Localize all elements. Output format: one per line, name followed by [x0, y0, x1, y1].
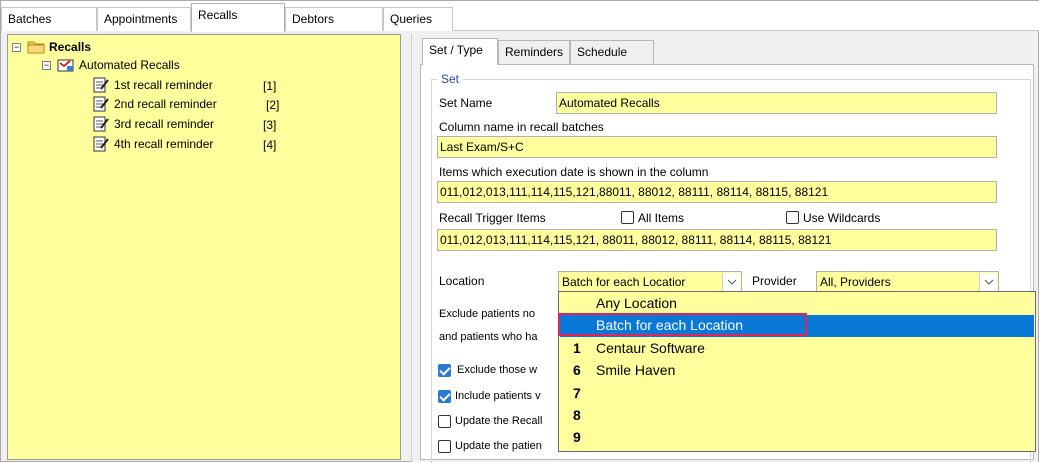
update-patient-checkbox-label: Update the patien	[455, 440, 542, 452]
tab-queries[interactable]: Queries	[383, 7, 453, 31]
update-recall-checkbox-label: Update the Recall	[455, 415, 543, 427]
reminder-doc-icon	[92, 116, 110, 132]
column-name-field[interactable]: Last Exam/S+C	[437, 136, 997, 158]
provider-label: Provider	[752, 274, 797, 288]
location-option-batch-each[interactable]: Batch for each Location	[560, 315, 1034, 337]
tab-label: Batches	[8, 12, 52, 26]
recalls-tree[interactable]: − Recalls − Automated Recalls 1st recall…	[7, 34, 401, 460]
reminder-doc-icon	[92, 77, 110, 93]
location-dropdown-list[interactable]: Any Location Batch for each Location 1 C…	[558, 291, 1036, 452]
tree-node-recall-1[interactable]: 1st recall reminder	[92, 77, 213, 93]
tab-label: Reminders	[505, 45, 564, 59]
location-option-8[interactable]: 8	[560, 405, 1034, 427]
recall-number: [4]	[263, 138, 277, 152]
update-patient-checkbox[interactable]	[438, 440, 451, 453]
chevron-down-icon[interactable]	[979, 273, 997, 291]
location-value: Batch for each Locatior	[562, 275, 686, 289]
location-option-9[interactable]: 9	[560, 427, 1034, 449]
tree-label: 3rd recall reminder	[114, 117, 215, 131]
tree-node-recalls[interactable]: − Recalls	[12, 39, 91, 55]
provider-select[interactable]: All, Providers	[816, 271, 999, 293]
tree-node-recall-4[interactable]: 4th recall reminder	[92, 136, 213, 152]
chevron-down-icon[interactable]	[722, 273, 740, 291]
tree-node-recall-3[interactable]: 3rd recall reminder	[92, 116, 214, 132]
set-name-field[interactable]: Automated Recalls	[556, 92, 997, 114]
update-recall-checkbox[interactable]	[438, 415, 451, 428]
option-number: 8	[573, 407, 581, 423]
recall-set-icon	[57, 57, 75, 73]
top-tab-strip: Batches Appointments Recalls Debtors Que…	[1, 1, 1039, 32]
recall-number: [2]	[266, 98, 280, 112]
tab-schedule[interactable]: Schedule	[570, 40, 654, 64]
recall-number: [3]	[263, 118, 277, 132]
tree-node-automated-recalls[interactable]: − Automated Recalls	[42, 57, 180, 73]
reminder-doc-icon	[92, 96, 110, 112]
use-wildcards-label: Use Wildcards	[803, 211, 881, 225]
app-window: Batches Appointments Recalls Debtors Que…	[0, 0, 1039, 463]
all-items-label: All Items	[638, 211, 685, 225]
exclude-text-line-2: and patients who ha	[439, 331, 538, 343]
location-option-7[interactable]: 7	[560, 383, 1034, 405]
location-select[interactable]: Batch for each Locatior	[558, 271, 742, 293]
option-number: 6	[573, 362, 581, 378]
all-items-checkbox[interactable]	[621, 211, 634, 224]
tab-set-type[interactable]: Set / Type	[422, 38, 498, 65]
tab-debtors[interactable]: Debtors	[285, 7, 383, 31]
collapse-icon[interactable]: −	[12, 42, 21, 52]
tab-label: Recalls	[198, 8, 238, 22]
tab-recalls[interactable]: Recalls	[191, 3, 285, 32]
tree-label: 2nd recall reminder	[114, 97, 217, 111]
option-label: Centaur Software	[596, 340, 705, 356]
trigger-items-label: Recall Trigger Items	[439, 211, 546, 225]
reminder-doc-icon	[92, 136, 110, 152]
exclude-text-line-1: Exclude patients no	[439, 308, 536, 320]
collapse-icon[interactable]: −	[42, 60, 51, 70]
recall-number: [1]	[263, 79, 277, 93]
option-number: 1	[573, 340, 581, 356]
trigger-items-field[interactable]: 011,012,013,111,114,115,121, 88011, 8801…	[437, 229, 997, 251]
location-option-any[interactable]: Any Location	[560, 293, 1034, 315]
tree-label: 1st recall reminder	[114, 78, 213, 92]
tab-label: Debtors	[292, 12, 335, 26]
tab-reminders[interactable]: Reminders	[498, 40, 570, 64]
tree-label-recalls: Recalls	[49, 40, 92, 54]
set-name-label: Set Name	[439, 96, 493, 110]
option-label: Batch for each Location	[596, 317, 744, 333]
exclude-checkbox-label: Exclude those w	[457, 364, 538, 376]
items-exec-label: Items which execution date is shown in t…	[439, 165, 709, 179]
location-option-1[interactable]: 1 Centaur Software	[560, 338, 1034, 360]
use-wildcards-checkbox[interactable]	[786, 211, 799, 224]
tab-label: Queries	[390, 12, 433, 26]
location-label: Location	[439, 274, 485, 288]
set-group-legend: Set	[437, 72, 464, 86]
tab-batches[interactable]: Batches	[1, 7, 97, 31]
tab-appointments[interactable]: Appointments	[97, 7, 191, 31]
option-number: 9	[573, 429, 581, 445]
location-option-6[interactable]: 6 Smile Haven	[560, 360, 1034, 382]
tree-label-automated-recalls: Automated Recalls	[79, 58, 180, 72]
tree-node-recall-2[interactable]: 2nd recall reminder	[92, 96, 217, 112]
tab-label: Appointments	[104, 12, 178, 26]
option-label: Any Location	[596, 295, 677, 311]
exclude-checkbox[interactable]	[438, 364, 451, 377]
tab-label: Schedule	[577, 45, 628, 59]
provider-value: All, Providers	[820, 275, 891, 289]
include-checkbox[interactable]	[438, 390, 451, 403]
items-exec-field[interactable]: 011,012,013,111,114,115,121,88011, 88012…	[437, 181, 997, 203]
column-name-label: Column name in recall batches	[439, 120, 604, 134]
option-label: Smile Haven	[596, 362, 676, 378]
tree-label: 4th recall reminder	[114, 137, 214, 151]
include-checkbox-label: Include patients v	[455, 390, 541, 402]
tab-label: Set / Type	[429, 43, 483, 57]
folder-icon	[27, 39, 45, 55]
option-number: 7	[573, 385, 581, 401]
